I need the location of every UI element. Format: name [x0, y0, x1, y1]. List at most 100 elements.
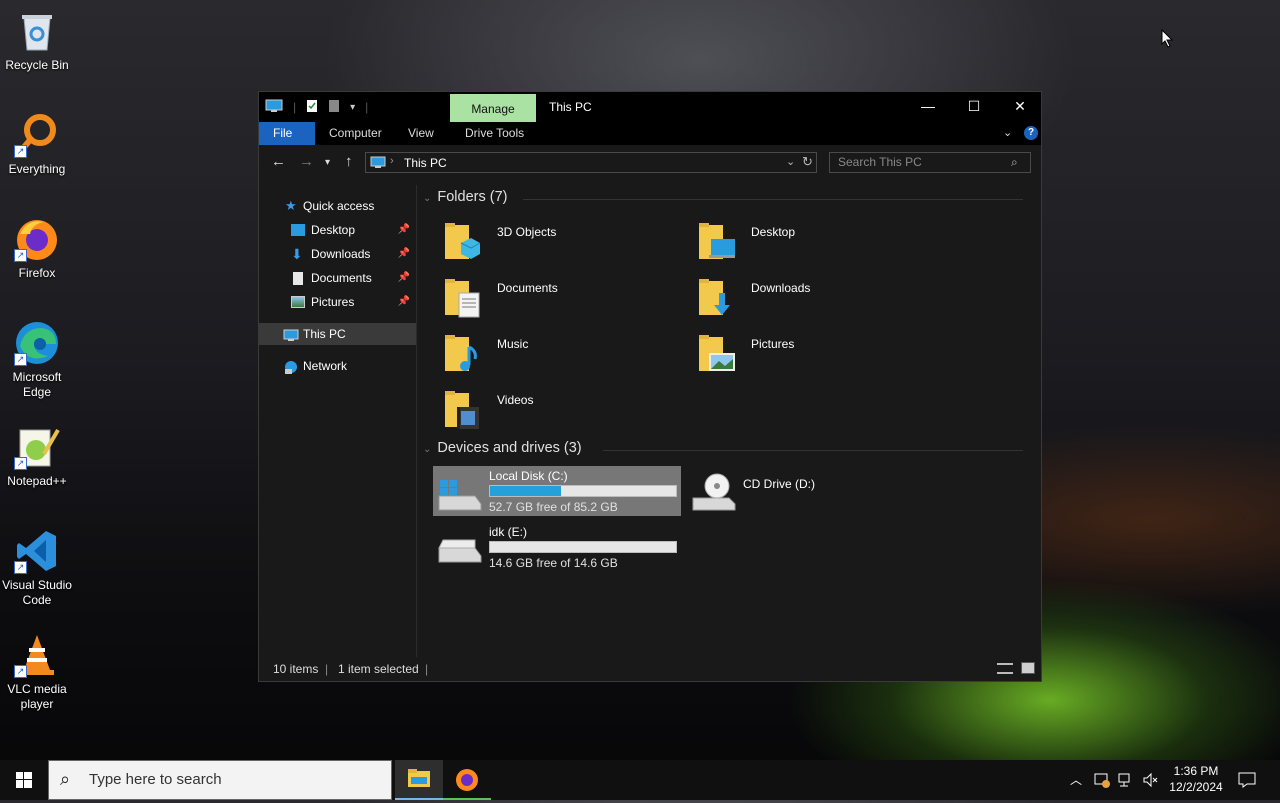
folder-downloads[interactable]: Downloads	[697, 275, 937, 325]
shortcut-arrow-icon: ↗	[14, 353, 27, 366]
folder-music[interactable]: Music	[443, 331, 683, 381]
selection-count: 1 item selected	[338, 662, 419, 676]
quick-access-toolbar: | ▾ |	[265, 98, 368, 116]
file-explorer-icon	[408, 769, 430, 787]
network-status-icon[interactable]	[1118, 772, 1134, 788]
folder-name: Documents	[497, 281, 558, 295]
forward-button[interactable]: →	[299, 153, 314, 170]
tab-manage[interactable]: Manage	[450, 94, 536, 122]
pin-icon[interactable]: 📌	[398, 243, 410, 265]
drive-idk-e[interactable]: idk (E:) 14.6 GB free of 14.6 GB	[433, 522, 681, 572]
search-icon: ⌕	[60, 769, 71, 789]
drive-usage-bar	[489, 541, 677, 553]
nav-this-pc[interactable]: This PC	[259, 323, 416, 345]
refresh-icon[interactable]: ↻	[802, 154, 813, 170]
nav-network[interactable]: Network	[259, 355, 416, 377]
recent-locations-chevron-icon[interactable]: ▾	[325, 157, 330, 168]
properties-icon[interactable]	[306, 99, 318, 116]
collapse-chevron-icon[interactable]: ⌄	[423, 193, 431, 204]
title-bar[interactable]: | ▾ | Manage This PC — ☐ ✕	[259, 92, 1041, 122]
back-button[interactable]: ←	[271, 153, 286, 170]
nav-pictures[interactable]: Pictures 📌	[259, 291, 416, 313]
new-folder-icon[interactable]	[328, 99, 340, 116]
customize-toolbar-icon[interactable]: ▾	[350, 102, 355, 113]
documents-icon	[293, 272, 303, 285]
taskbar-search-input[interactable]: Type here to search	[48, 760, 392, 800]
drive-usage-fill	[490, 486, 561, 496]
section-title: Folders (7)	[437, 189, 508, 205]
up-button[interactable]: ↑	[345, 153, 353, 170]
folders-section-header[interactable]: ⌄ Folders (7)	[423, 189, 1033, 211]
nav-label: Documents	[311, 271, 372, 285]
drive-name: Local Disk (C:)	[489, 469, 568, 483]
vlc-icon: ↗	[14, 632, 60, 678]
nav-desktop[interactable]: Desktop 📌	[259, 219, 416, 241]
minimize-button[interactable]: —	[905, 92, 951, 122]
large-icons-view-icon[interactable]	[1021, 662, 1035, 674]
nav-quick-access[interactable]: ★ Quick access	[259, 195, 416, 217]
drive-cd-d[interactable]: CD Drive (D:)	[687, 466, 935, 516]
nav-label: Quick access	[303, 199, 375, 213]
close-button[interactable]: ✕	[997, 92, 1043, 122]
tab-file[interactable]: File	[259, 122, 315, 145]
address-bar[interactable]: › This PC ⌄ ↻	[365, 152, 817, 173]
pin-icon[interactable]: 📌	[398, 219, 410, 241]
desktop-icon-vlc[interactable]: ↗ VLC media player	[2, 626, 72, 712]
notifications-icon[interactable]	[1238, 772, 1256, 788]
volume-muted-icon[interactable]	[1142, 772, 1158, 788]
breadcrumb-chevron-icon[interactable]: ›	[390, 155, 394, 167]
star-icon: ★	[285, 198, 297, 213]
separator: |	[325, 662, 329, 676]
folder-videos[interactable]: Videos	[443, 387, 683, 437]
desktop-icon-everything[interactable]: ↗ Everything	[2, 106, 72, 177]
divider	[603, 450, 1023, 451]
tab-computer[interactable]: Computer	[315, 122, 396, 145]
nav-downloads[interactable]: ⬇ Downloads 📌	[259, 243, 416, 265]
recycle-bin-icon	[14, 8, 60, 54]
usb-drive-icon	[437, 534, 483, 567]
this-pc-small-icon	[265, 99, 283, 116]
pin-icon[interactable]: 📌	[398, 291, 410, 313]
desktop-icon-vscode[interactable]: ↗ Visual Studio Code	[2, 522, 72, 608]
network-icon	[283, 359, 299, 381]
devices-section-header[interactable]: ⌄ Devices and drives (3)	[423, 440, 1033, 462]
folder-documents[interactable]: Documents	[443, 275, 683, 325]
taskbar-file-explorer[interactable]	[395, 760, 443, 800]
folder-pictures[interactable]: Pictures	[697, 331, 937, 381]
nav-documents[interactable]: Documents 📌	[259, 267, 416, 289]
shortcut-arrow-icon: ↗	[14, 457, 27, 470]
folder-3d-objects[interactable]: 3D Objects	[443, 219, 683, 269]
drive-local-disk-c[interactable]: Local Disk (C:) 52.7 GB free of 85.2 GB	[433, 466, 681, 516]
desktop-icon-recycle-bin[interactable]: Recycle Bin	[2, 2, 72, 73]
tab-view[interactable]: View	[394, 122, 448, 145]
3d-objects-folder-icon	[443, 221, 481, 263]
help-icon[interactable]: ?	[1024, 126, 1038, 140]
drive-free-space: 14.6 GB free of 14.6 GB	[489, 556, 618, 570]
search-input[interactable]: Search This PC	[829, 152, 1031, 173]
taskbar-clock[interactable]: 1:36 PM 12/2/2024	[1162, 763, 1230, 795]
breadcrumb[interactable]: This PC	[404, 156, 447, 170]
collapse-chevron-icon[interactable]: ⌄	[423, 444, 431, 455]
desktop-folder-icon	[291, 224, 305, 236]
expand-ribbon-icon[interactable]: ⌄	[1003, 126, 1012, 139]
security-warning-icon[interactable]	[1094, 772, 1110, 788]
maximize-button[interactable]: ☐	[951, 92, 997, 122]
nav-label: This PC	[303, 327, 346, 341]
section-title: Devices and drives (3)	[437, 440, 582, 456]
desktop-icon-notepadpp[interactable]: ↗ Notepad++	[2, 418, 72, 489]
folder-desktop[interactable]: Desktop	[697, 219, 937, 269]
desktop-icon-edge[interactable]: ↗ Microsoft Edge	[2, 314, 72, 400]
pin-icon[interactable]: 📌	[398, 267, 410, 289]
download-arrow-icon: ⬇	[291, 246, 303, 262]
taskbar-firefox[interactable]	[443, 760, 491, 800]
desktop-icon-label: Visual Studio Code	[2, 578, 72, 607]
desktop-icon-firefox[interactable]: ↗ Firefox	[2, 210, 72, 281]
start-button[interactable]	[0, 760, 48, 800]
tab-drive-tools[interactable]: Drive Tools	[451, 122, 538, 145]
window-title: This PC	[549, 100, 592, 114]
address-dropdown-icon[interactable]: ⌄	[786, 155, 795, 168]
show-hidden-icons-chevron-icon[interactable]: ︿	[1070, 760, 1082, 800]
separator: |	[293, 100, 297, 114]
folder-name: Pictures	[751, 337, 795, 351]
details-view-icon[interactable]	[997, 663, 1013, 674]
